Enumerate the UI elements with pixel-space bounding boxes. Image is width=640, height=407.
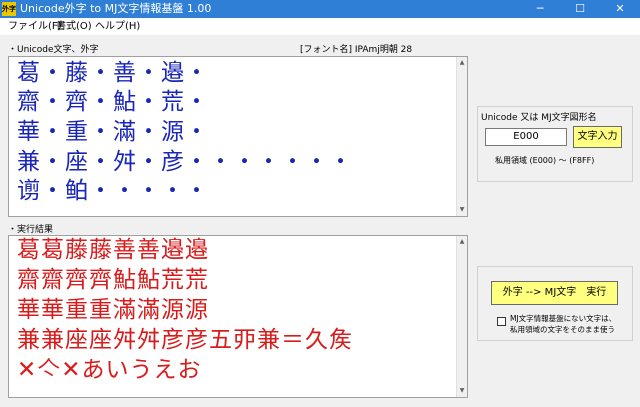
input-scrollbar[interactable]: ▲ ▼ xyxy=(456,57,467,216)
char-input-button[interactable]: 文字入力 xyxy=(573,126,622,148)
menu-help[interactable]: ヘルプ(H) xyxy=(95,20,140,33)
app-icon: 外字 xyxy=(2,2,16,16)
scroll-up-icon[interactable]: ▲ xyxy=(457,237,467,247)
maximize-button[interactable]: ☐ xyxy=(560,0,600,18)
result-scrollbar[interactable]: ▲ ▼ xyxy=(456,236,467,397)
result-line: 華華重重滿滿源源 xyxy=(17,297,209,323)
result-line: 葛葛藤藤善善邉邉 xyxy=(17,237,209,263)
private-use-range-text: 私用領域 (E000) ～ (F8FF) xyxy=(495,156,595,165)
minimize-button[interactable]: ─ xyxy=(520,0,560,18)
execute-convert-button[interactable]: 外字 --> MJ文字 実行 xyxy=(491,281,618,305)
unicode-input-textarea[interactable]: 葛・藤・善・邉・ 齋・齊・鮎・荒・ 華・重・滿・源・ 兼・座・舛・彦・・・・・・… xyxy=(8,56,468,217)
menu-bar: ファイル(F) 書式(O) ヘルプ(H) xyxy=(0,18,640,35)
scroll-up-icon[interactable]: ▲ xyxy=(457,58,467,68)
result-textarea[interactable]: 葛葛藤藤善善邉邉 齋齋齊齊鮎鮎荒荒 華華重重滿滿源源 兼兼座座舛舛彦彦五丣兼＝久… xyxy=(8,235,468,398)
result-line: 齋齋齊齊鮎鮎荒荒 xyxy=(17,267,209,293)
input-line: 兼・座・舛・彦・・・・・・・ xyxy=(17,149,353,175)
font-info-label: [フォント名] IPAmj明朝 28 xyxy=(300,45,413,55)
checkbox-label-line1: MJ文字情報基盤にない文字は、 xyxy=(510,314,617,323)
keep-private-use-checkbox[interactable] xyxy=(497,317,506,326)
input-line: 谫・鲌・・・・・ xyxy=(17,178,209,204)
close-button[interactable]: ✕ xyxy=(600,0,640,18)
scroll-down-icon[interactable]: ▼ xyxy=(457,205,467,215)
checkbox-label-line2: 私用領域の文字をそのまま使う xyxy=(510,325,615,334)
result-line: 兼兼座座舛舛彦彦五丣兼＝久矦 xyxy=(17,327,353,353)
window-title: Unicode外字 to MJ文字情報基盤 1.00 xyxy=(20,2,212,15)
input-section-label: ・Unicode文字、外字 xyxy=(8,45,99,55)
menu-format[interactable]: 書式(O) xyxy=(56,20,92,33)
input-line: 葛・藤・善・邉・ xyxy=(17,60,209,86)
scroll-down-icon[interactable]: ▼ xyxy=(457,386,467,396)
input-line: 華・重・滿・源・ xyxy=(17,119,209,145)
result-section-label: ・実行結果 xyxy=(8,225,54,235)
title-bar: 外字 Unicode外字 to MJ文字情報基盤 1.00 ─ ☐ ✕ xyxy=(0,0,640,18)
result-line: ✕亽✕あいうえお xyxy=(17,357,202,383)
unicode-group-title: Unicode 又は MJ文字図形名 xyxy=(481,113,597,123)
unicode-code-input[interactable]: E000 xyxy=(485,128,567,146)
input-line: 齋・齊・鮎・荒・ xyxy=(17,89,209,115)
menu-file[interactable]: ファイル(F) xyxy=(8,20,62,33)
